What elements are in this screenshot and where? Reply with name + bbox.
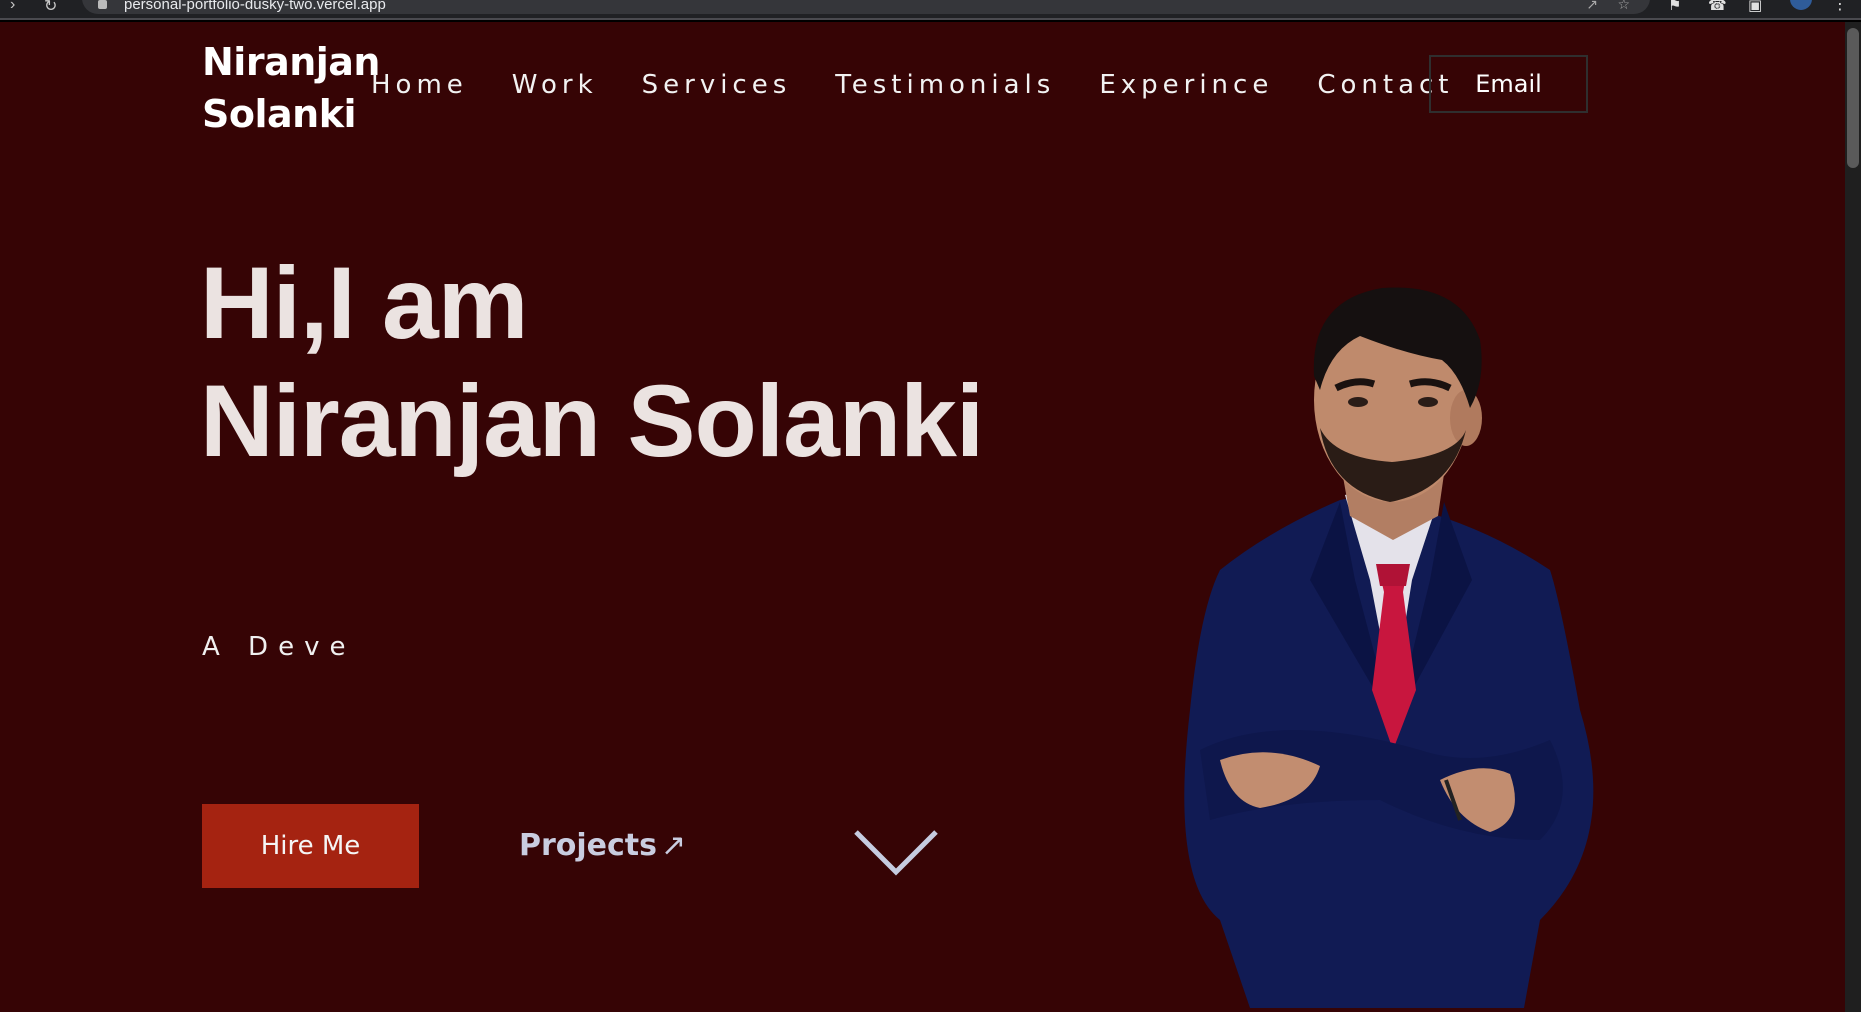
nav-testimonials[interactable]: Testimonials bbox=[835, 70, 1055, 100]
chevron-down-icon[interactable] bbox=[853, 828, 939, 878]
browser-toolbar: › ↻ personal-portfolio-dusky-two.vercel.… bbox=[0, 0, 1861, 20]
main-nav: Home Work Services Testimonials Experinc… bbox=[371, 70, 1453, 100]
star-icon[interactable]: ☆ bbox=[1617, 0, 1630, 13]
address-bar[interactable]: personal-portfolio-dusky-two.vercel.app … bbox=[82, 0, 1650, 14]
nav-services[interactable]: Services bbox=[642, 70, 792, 100]
profile-icon[interactable] bbox=[1790, 0, 1812, 10]
nav-home[interactable]: Home bbox=[371, 70, 468, 100]
window-icon[interactable]: ▣ bbox=[1748, 0, 1762, 14]
nav-work[interactable]: Work bbox=[512, 70, 598, 100]
hero-name: Niranjan Solanki bbox=[200, 364, 984, 478]
back-icon[interactable]: › bbox=[10, 0, 15, 14]
brand-first-name: Niranjan bbox=[202, 40, 380, 84]
brand-last-name: Solanki bbox=[202, 92, 357, 136]
whatsapp-icon[interactable]: ☎ bbox=[1708, 0, 1727, 14]
menu-icon[interactable]: ⋮ bbox=[1832, 0, 1848, 14]
hero-heading: Hi,I am Niranjan Solanki bbox=[200, 244, 984, 480]
lock-icon[interactable] bbox=[98, 0, 107, 9]
brand-logo[interactable]: Niranjan Solanki bbox=[202, 36, 380, 140]
nav-experience[interactable]: Experince bbox=[1099, 70, 1273, 100]
typing-tagline: A Deve bbox=[202, 632, 356, 662]
projects-label: Projects bbox=[519, 828, 658, 863]
profile-photo bbox=[1184, 287, 1594, 1008]
scrollbar-thumb[interactable] bbox=[1847, 28, 1859, 168]
arrow-up-right-icon: ↗ bbox=[661, 828, 687, 863]
share-icon[interactable]: ↗ bbox=[1586, 0, 1598, 13]
url-text[interactable]: personal-portfolio-dusky-two.vercel.app bbox=[124, 0, 386, 13]
reload-icon[interactable]: ↻ bbox=[44, 0, 57, 16]
projects-link[interactable]: Projects ↗ bbox=[519, 828, 686, 863]
page-scrollbar[interactable] bbox=[1845, 22, 1861, 1012]
email-button[interactable]: Email bbox=[1429, 55, 1588, 113]
portfolio-page: Niranjan Solanki Home Work Services Test… bbox=[0, 22, 1845, 1012]
hero-greeting: Hi,I am bbox=[200, 246, 528, 360]
extension-icon[interactable]: ⚑ bbox=[1668, 0, 1681, 14]
hire-me-button[interactable]: Hire Me bbox=[202, 804, 419, 888]
